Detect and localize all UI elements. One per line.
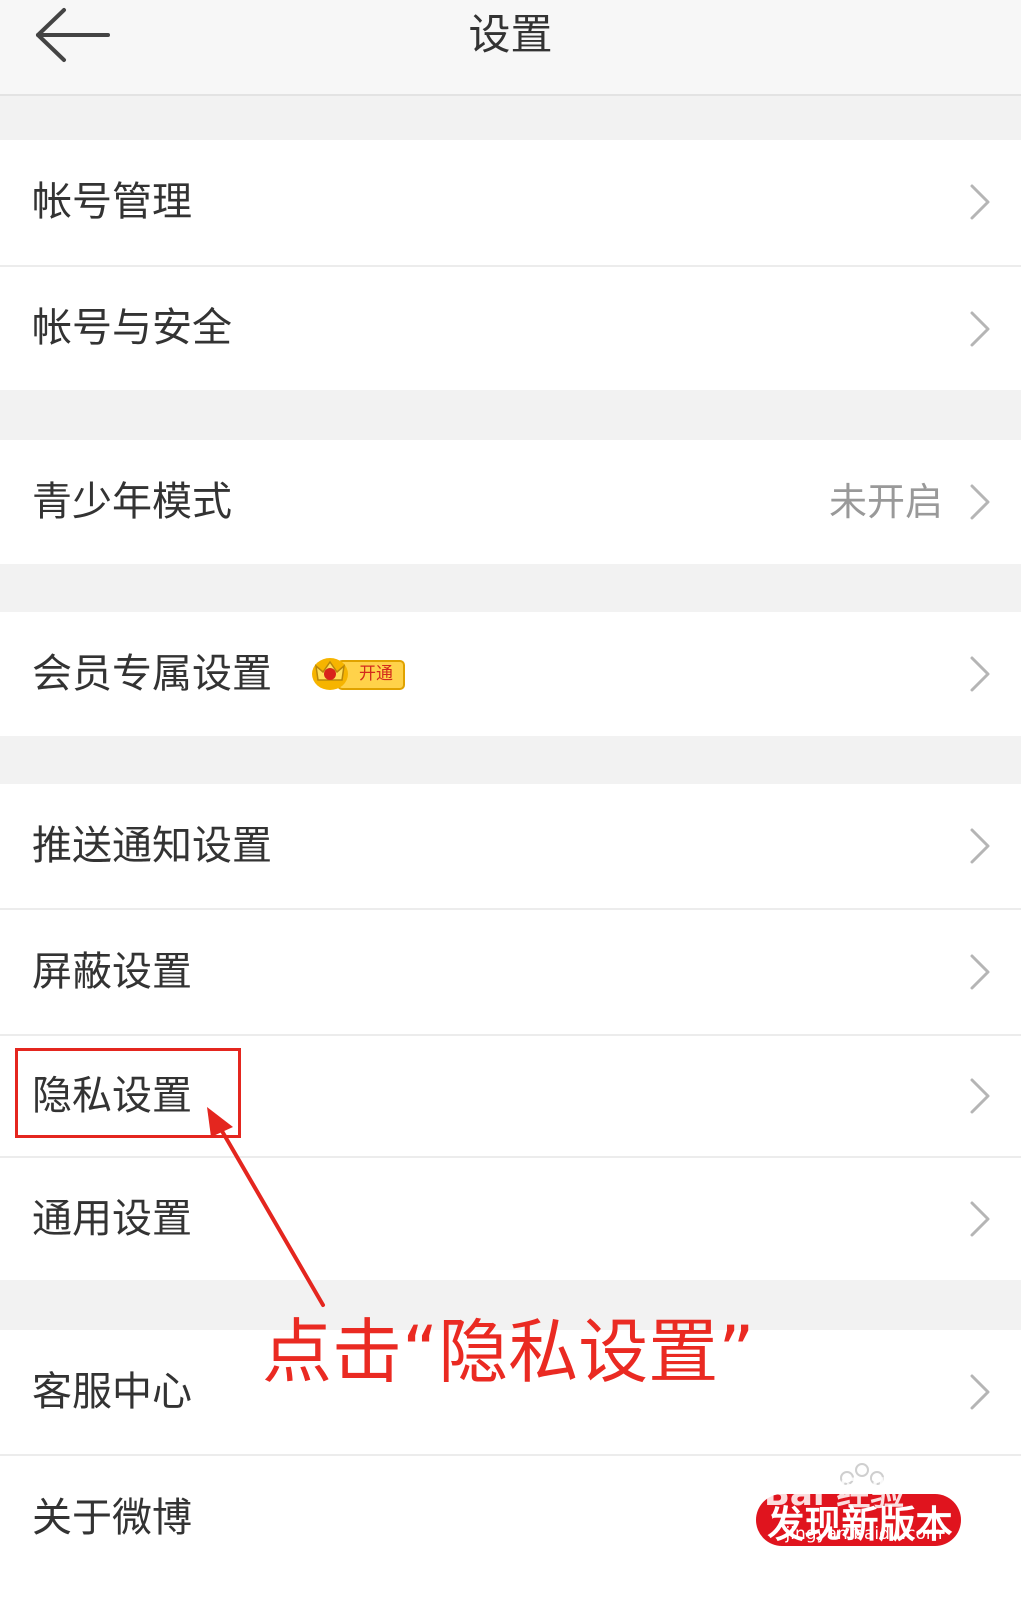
- top-navigation-bar: 设置: [0, 0, 1021, 96]
- chevron-right-icon: [970, 311, 990, 347]
- tutorial-annotation: 点击“隐私设置”: [262, 1311, 755, 1393]
- settings-item-account-management[interactable]: 帐号管理: [0, 140, 1021, 265]
- settings-item-push-notifications[interactable]: 推送通知设置: [0, 784, 1021, 908]
- settings-item-label: 帐号管理: [32, 179, 192, 225]
- chevron-right-icon: [970, 1078, 990, 1114]
- page-title: 设置: [468, 10, 553, 59]
- settings-item-label: 通用设置: [32, 1196, 192, 1242]
- watermark-url: jingyan.baidu.com: [785, 1524, 943, 1544]
- settings-item-general-settings[interactable]: 通用设置: [0, 1158, 1021, 1280]
- chevron-right-icon: [970, 828, 990, 864]
- chevron-right-icon: [970, 184, 990, 220]
- settings-item-label: 推送通知设置: [32, 823, 272, 869]
- settings-item-label: 帐号与安全: [32, 305, 232, 351]
- settings-item-vip-settings[interactable]: 会员专属设置 开通: [0, 612, 1021, 736]
- settings-item-block-settings[interactable]: 屏蔽设置: [0, 910, 1021, 1034]
- settings-item-teen-mode[interactable]: 青少年模式 未开启: [0, 440, 1021, 564]
- settings-item-label: 屏蔽设置: [32, 949, 192, 995]
- teen-mode-status: 未开启: [828, 480, 943, 524]
- settings-item-label: 会员专属设置: [32, 651, 272, 697]
- chevron-right-icon: [970, 484, 990, 520]
- chevron-right-icon: [970, 656, 990, 692]
- chevron-right-icon: [970, 1201, 990, 1237]
- annotation-arrow-icon: [207, 1107, 325, 1307]
- settings-item-account-security[interactable]: 帐号与安全: [0, 267, 1021, 390]
- chevron-right-icon: [970, 1374, 990, 1410]
- vip-open-badge[interactable]: 开通: [348, 661, 404, 687]
- settings-item-label: 客服中心: [32, 1369, 192, 1415]
- chevron-right-icon: [970, 954, 990, 990]
- settings-item-label: 青少年模式: [32, 479, 232, 525]
- settings-item-label: 关于微博: [32, 1495, 192, 1541]
